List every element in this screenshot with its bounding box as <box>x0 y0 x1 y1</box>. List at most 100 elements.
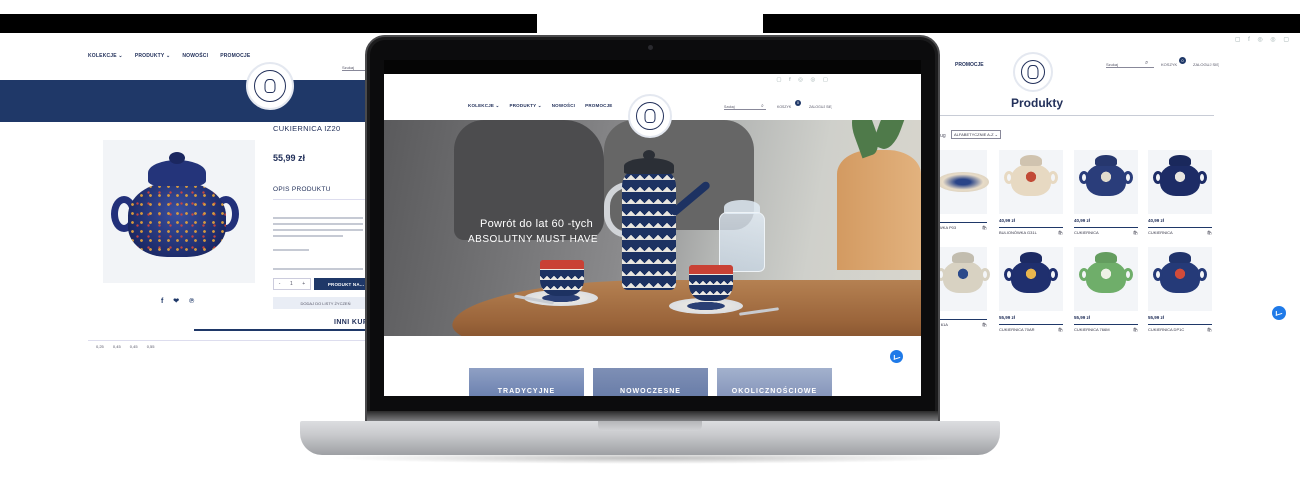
pot-handle <box>980 268 990 281</box>
social-icons[interactable]: ▢ f ◎ ◎ ▢ <box>1235 36 1292 43</box>
product-thumbnail[interactable] <box>1074 247 1138 311</box>
main-nav: KOLEKCJE ⌄ PRODUKTY ⌄ NOWOŚCI PROMOCJE <box>468 103 613 109</box>
size-options[interactable]: 0,25 0,45 0,45 0,55 <box>96 344 154 349</box>
pot-shape <box>1153 155 1207 196</box>
product-name-row[interactable]: CUKIERNICA 🛍 <box>1148 230 1212 235</box>
add-to-wishlist-button[interactable]: DODAJ DO LISTY ŻYCZEŃ <box>273 297 378 309</box>
description-line <box>273 229 363 231</box>
product-thumbnail[interactable] <box>1148 150 1212 214</box>
title-divider <box>939 115 1214 116</box>
product-card[interactable]: 40,99 zł CUKIERNICA 🛍 <box>1148 150 1212 235</box>
teapot-lid <box>624 158 674 174</box>
laptop-notch <box>598 421 702 431</box>
search-input[interactable]: Szukaj <box>724 105 766 110</box>
nav-promocje[interactable]: PROMOCJE <box>220 53 250 59</box>
top-bar <box>763 14 1300 33</box>
qty-minus-button[interactable]: - <box>279 281 281 287</box>
quantity-stepper[interactable]: - 1 + <box>273 278 311 290</box>
nav-promocje[interactable]: PROMOCJE <box>585 103 612 109</box>
nav-produkty[interactable]: PRODUKTY ⌄ <box>135 53 171 59</box>
product-name[interactable]: CUKIERNICA 766M <box>1074 327 1110 332</box>
cart-link[interactable]: KOSZYK <box>777 105 791 109</box>
product-card[interactable]: 55,99 zł CUKIERNICA 70AR 🛍 <box>999 247 1063 332</box>
hero-subtitle: Powrót do lat 60 -tych <box>480 218 593 230</box>
search-icon[interactable]: ⌕ <box>1145 60 1148 67</box>
nav-kolekcje[interactable]: KOLEKCJE ⌄ <box>468 103 500 109</box>
description-line <box>273 217 363 219</box>
messenger-chat-icon[interactable] <box>890 350 903 363</box>
social-share-icons[interactable]: f ❤ ℗ <box>161 297 198 305</box>
product-name-row[interactable]: CUKIERNICA 766M 🛍 <box>1074 327 1138 332</box>
product-card[interactable]: 55,99 zł CUKIERNICA DP1C 🛍 <box>1148 247 1212 332</box>
search-icon[interactable]: ⌕ <box>761 103 764 109</box>
add-to-cart-icon[interactable]: 🛍 <box>982 225 987 230</box>
product-name-row[interactable]: CUKIERNICA 🛍 <box>1074 230 1138 235</box>
social-icons[interactable]: ▢ f ◎ ◎ ▢ <box>776 77 831 83</box>
add-to-cart-icon[interactable]: 🛍 <box>1058 230 1063 235</box>
product-thumbnail[interactable] <box>999 150 1063 214</box>
product-thumbnail[interactable] <box>1148 247 1212 311</box>
brand-logo[interactable] <box>246 62 294 110</box>
add-to-cart-icon[interactable]: 🛍 <box>1133 230 1138 235</box>
product-card[interactable]: 40,99 zł CUKIERNICA 🛍 <box>1074 150 1138 235</box>
pot-handle <box>1048 268 1058 281</box>
product-thumbnail[interactable] <box>999 247 1063 311</box>
add-to-cart-icon[interactable]: 🛍 <box>1058 327 1063 332</box>
product-thumbnail[interactable] <box>1074 150 1138 214</box>
product-name[interactable]: CUKIERNICA <box>1074 230 1099 235</box>
cart-link[interactable]: KOSZYK <box>1161 62 1177 67</box>
logo-emblem-icon <box>636 102 664 130</box>
login-link[interactable]: ZALOGUJ SIĘ <box>809 105 832 109</box>
pot-handle <box>1079 268 1089 281</box>
pot-shape <box>1004 155 1058 196</box>
sort-select[interactable]: ALFABETYCZNIE A-Z ⌄ <box>951 130 1001 139</box>
pot-handle <box>1048 171 1058 184</box>
nav-kolekcje[interactable]: KOLEKCJE ⌄ <box>88 53 123 59</box>
add-to-cart-icon[interactable]: 🛍 <box>1207 327 1212 332</box>
product-name-row[interactable]: CUKIERNICA DP1C 🛍 <box>1148 327 1212 332</box>
nav-produkty[interactable]: PRODUKTY ⌄ <box>510 103 542 109</box>
pot-handle <box>1123 171 1133 184</box>
plant-pot <box>837 150 921 270</box>
pot-lid <box>1169 252 1191 263</box>
tile-label: NOWOCZESNE <box>620 388 681 395</box>
add-to-cart-icon[interactable]: 🛍 <box>1207 230 1212 235</box>
pot-handle <box>1153 171 1163 184</box>
product-name[interactable]: CUKIERNICA <box>1148 230 1173 235</box>
pot-lid <box>952 252 974 263</box>
brand-logo[interactable] <box>628 94 672 138</box>
capacity-line <box>273 249 309 251</box>
pot-shape <box>1079 155 1133 196</box>
product-name[interactable]: CUKIERNICA 70AR <box>999 327 1035 332</box>
logo-emblem-icon <box>1021 60 1045 84</box>
product-name[interactable]: CUKIERNICA DP1C <box>1148 327 1184 332</box>
teacup <box>540 260 584 296</box>
hero-banner[interactable]: Powrót do lat 60 -tych ABSOLUTNY MUST HA… <box>384 120 921 336</box>
add-to-cart-icon[interactable]: 🛍 <box>1133 327 1138 332</box>
messenger-chat-icon[interactable] <box>1272 306 1286 320</box>
nav-nowosci[interactable]: NOWOŚCI <box>552 103 575 109</box>
product-name-row[interactable]: CUKIERNICA 70AR 🛍 <box>999 327 1063 332</box>
brand-logo[interactable] <box>1013 52 1053 92</box>
top-bar <box>0 14 537 33</box>
product-name-row[interactable]: BULIONÓWKA G31L 🛍 <box>999 230 1063 235</box>
pot-handle <box>1123 268 1133 281</box>
qty-value[interactable]: 1 <box>290 281 293 287</box>
teacup <box>689 265 733 301</box>
description-line <box>273 223 363 225</box>
nav-promocje[interactable]: PROMOCJE <box>955 62 984 68</box>
product-name[interactable]: BULIONÓWKA G31L <box>999 230 1037 235</box>
nav-nowosci[interactable]: NOWOŚCI <box>182 53 208 59</box>
category-tile-tradycyjne[interactable]: TRADYCYJNE <box>469 368 584 396</box>
category-tile-okolicznosciowe[interactable]: OKOLICZNOŚCIOWE <box>717 368 832 396</box>
login-link[interactable]: ZALOGUJ SIĘ <box>1193 62 1219 67</box>
add-to-cart-icon[interactable]: 🛍 <box>982 322 987 327</box>
product-card[interactable]: 40,99 zł BULIONÓWKA G31L 🛍 <box>999 150 1063 235</box>
pot-shape <box>1079 252 1133 293</box>
teapot-knob <box>643 150 655 160</box>
category-tile-nowoczesne[interactable]: NOWOCZESNE <box>593 368 708 396</box>
pot-handle <box>1004 171 1014 184</box>
cart-count-badge: 0 <box>1179 57 1186 64</box>
qty-plus-button[interactable]: + <box>302 281 305 287</box>
product-card[interactable]: 55,99 zł CUKIERNICA 766M 🛍 <box>1074 247 1138 332</box>
